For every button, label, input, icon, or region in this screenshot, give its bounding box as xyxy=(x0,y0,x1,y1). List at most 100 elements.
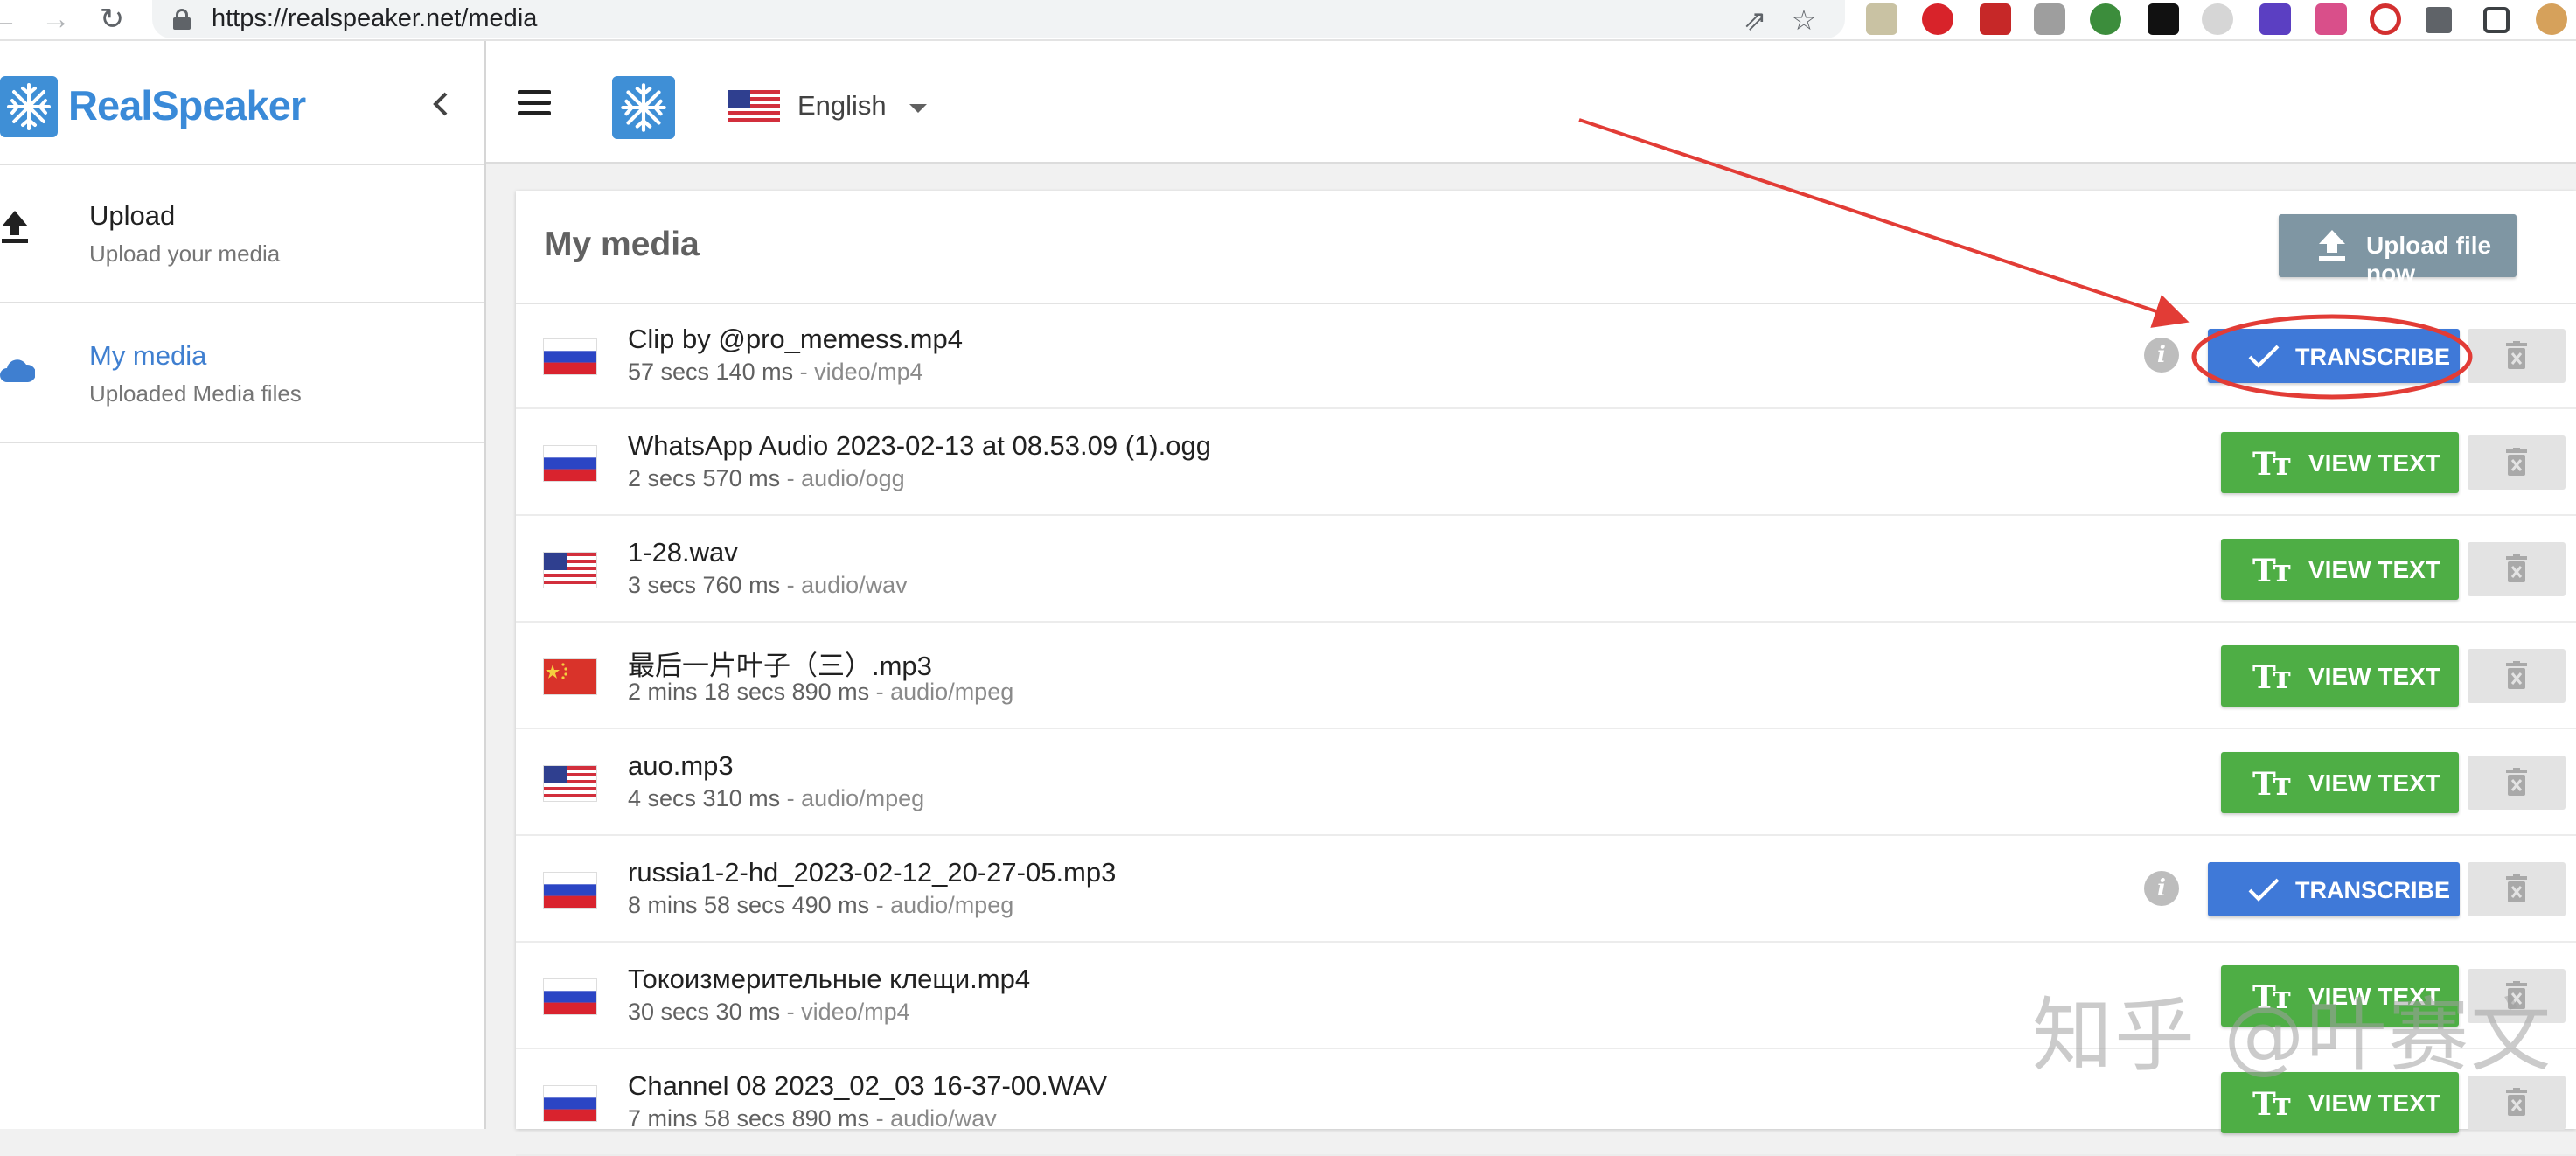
page-title: My media xyxy=(544,226,700,263)
check-icon xyxy=(2246,343,2281,369)
view-text-label: VIEW TEXT xyxy=(2308,1090,2440,1117)
media-duration: 8 mins 58 secs 490 ms xyxy=(628,892,870,918)
cloud-icon xyxy=(0,356,37,387)
upload-icon xyxy=(2319,230,2345,261)
chevron-down-icon[interactable] xyxy=(909,104,927,113)
app-logo-icon[interactable] xyxy=(612,76,675,139)
media-duration: 2 mins 18 secs 890 ms xyxy=(628,679,870,705)
media-row: Clip by @pro_memess.mp4 57 secs 140 ms - … xyxy=(516,303,2576,409)
text-format-icon: Tт xyxy=(2252,659,2292,696)
half-circle-extension-icon[interactable] xyxy=(2202,3,2233,35)
adblock-extension-icon[interactable] xyxy=(1922,3,1953,35)
ru-flag-icon xyxy=(544,1086,596,1121)
text-format-icon: Tт xyxy=(2252,766,2292,803)
media-duration: 4 secs 310 ms xyxy=(628,785,781,811)
upload-icon xyxy=(0,209,30,246)
collapse-sidebar-icon[interactable] xyxy=(428,87,455,122)
media-file-name: auo.mp3 xyxy=(628,750,734,781)
media-row: WhatsApp Audio 2023-02-13 at 08.53.09 (1… xyxy=(516,409,2576,516)
media-file-meta: 8 mins 58 secs 490 ms - audio/mpeg xyxy=(628,892,1014,918)
view-text-button[interactable]: Tт VIEW TEXT xyxy=(2221,645,2459,707)
media-card-header: My media Upload file now xyxy=(516,191,2576,304)
translate-extension-icon[interactable] xyxy=(2315,3,2347,35)
camera-extension-icon[interactable] xyxy=(2034,3,2065,35)
view-text-button[interactable]: Tт VIEW TEXT xyxy=(2221,432,2459,493)
trash-icon xyxy=(2504,554,2529,584)
watermark: 知乎 @叶赛文 xyxy=(2032,989,2553,1083)
address-bar-url[interactable]: https://realspeaker.net/media xyxy=(212,0,537,37)
colorful-extension-icon[interactable] xyxy=(2259,3,2291,35)
media-file-name: WhatsApp Audio 2023-02-13 at 08.53.09 (1… xyxy=(628,430,1211,461)
info-icon[interactable]: i xyxy=(2144,871,2179,906)
puzzle-extensions-icon[interactable] xyxy=(2426,7,2452,33)
transcribe-button[interactable]: TRANSCRIBE xyxy=(2208,862,2460,916)
us-flag-icon xyxy=(544,553,596,588)
brand-header: RealSpeaker xyxy=(0,41,484,165)
sidebar-item-subtitle: Uploaded Media files xyxy=(89,380,302,407)
delete-button[interactable] xyxy=(2468,649,2566,703)
view-text-label: VIEW TEXT xyxy=(2308,770,2440,797)
media-file-name: Токоизмерительные клещи.mp4 xyxy=(628,964,1031,994)
media-file-meta: 2 mins 18 secs 890 ms - audio/mpeg xyxy=(628,679,1014,705)
ru-flag-icon xyxy=(544,339,596,374)
view-text-button[interactable]: Tт VIEW TEXT xyxy=(2221,752,2459,813)
delete-button[interactable] xyxy=(2468,542,2566,596)
sidebar-toggle-icon[interactable] xyxy=(2483,7,2510,33)
view-text-label: VIEW TEXT xyxy=(2308,556,2440,583)
media-mime-type: video/mp4 xyxy=(814,359,923,385)
realspeaker-logo-icon xyxy=(0,76,58,137)
record-extension-icon[interactable] xyxy=(2370,3,2401,35)
info-icon[interactable]: i xyxy=(2144,338,2179,373)
globe-extension-icon[interactable] xyxy=(2090,3,2121,35)
us-flag-icon xyxy=(544,766,596,801)
lock-icon[interactable] xyxy=(173,9,191,30)
trash-icon xyxy=(2504,448,2529,477)
back-icon[interactable]: ← xyxy=(0,0,23,38)
media-file-meta: 57 secs 140 ms - video/mp4 xyxy=(628,359,923,385)
trash-icon xyxy=(2504,1088,2529,1118)
media-mime-type: audio/mpeg xyxy=(801,785,925,811)
media-mime-type: audio/wav xyxy=(801,572,908,598)
transcribe-label: TRANSCRIBE xyxy=(2295,344,2451,370)
ru-flag-icon xyxy=(544,979,596,1014)
media-mime-type: audio/ogg xyxy=(801,465,905,491)
view-text-button[interactable]: Tт VIEW TEXT xyxy=(2221,539,2459,600)
sidebar-item-title: Upload xyxy=(89,200,176,231)
media-file-name: 1-28.wav xyxy=(628,537,738,568)
sidebar-item-upload[interactable]: Upload Upload your media xyxy=(0,164,484,303)
language-selector[interactable]: English xyxy=(797,90,887,122)
cn-flag-icon xyxy=(544,659,596,694)
trash-icon xyxy=(2504,874,2529,904)
media-file-meta: 4 secs 310 ms - audio/mpeg xyxy=(628,785,925,811)
profile-avatar[interactable] xyxy=(2536,3,2567,35)
delete-button[interactable] xyxy=(2468,862,2566,916)
us-flag-icon[interactable] xyxy=(728,90,780,125)
transcribe-button[interactable]: TRANSCRIBE xyxy=(2208,329,2460,383)
media-file-name: Clip by @pro_memess.mp4 xyxy=(628,324,963,354)
check-icon xyxy=(2246,876,2281,902)
browser-toolbar: ← → ↻ https://realspeaker.net/media ⇗ ☆ xyxy=(0,0,2576,41)
reload-icon[interactable]: ↻ xyxy=(93,0,131,38)
text-format-icon: Tт xyxy=(2252,553,2292,589)
media-duration: 3 secs 760 ms xyxy=(628,572,781,598)
trash-icon xyxy=(2504,341,2529,371)
media-row: auo.mp3 4 secs 310 ms - audio/mpeg Tт VIEW … xyxy=(516,729,2576,836)
view-text-label: VIEW TEXT xyxy=(2308,449,2440,477)
extension-icon[interactable] xyxy=(1980,3,2011,35)
media-file-meta: 2 secs 570 ms - audio/ogg xyxy=(628,465,905,491)
delete-button[interactable] xyxy=(2468,435,2566,490)
delete-button[interactable] xyxy=(2468,756,2566,810)
address-bar[interactable]: https://realspeaker.net/media ⇗ ☆ xyxy=(152,0,1845,38)
hamburger-menu-icon[interactable] xyxy=(518,90,551,116)
media-row: 1-28.wav 3 secs 760 ms - audio/wav Tт VIEW … xyxy=(516,516,2576,623)
bookmark-star-icon[interactable]: ☆ xyxy=(1787,3,1821,37)
media-file-meta: 3 secs 760 ms - audio/wav xyxy=(628,572,908,598)
delete-button[interactable] xyxy=(2468,329,2566,383)
image-extension-icon[interactable] xyxy=(1866,3,1897,35)
text-format-icon: Tт xyxy=(2252,1086,2292,1123)
upload-file-now-button[interactable]: Upload file now xyxy=(2279,214,2517,287)
letter-extension-icon[interactable] xyxy=(2148,3,2179,35)
share-icon[interactable]: ⇗ xyxy=(1738,3,1772,37)
forward-icon[interactable]: → xyxy=(37,0,75,38)
sidebar-item-my-media[interactable]: My media Uploaded Media files xyxy=(0,303,484,443)
